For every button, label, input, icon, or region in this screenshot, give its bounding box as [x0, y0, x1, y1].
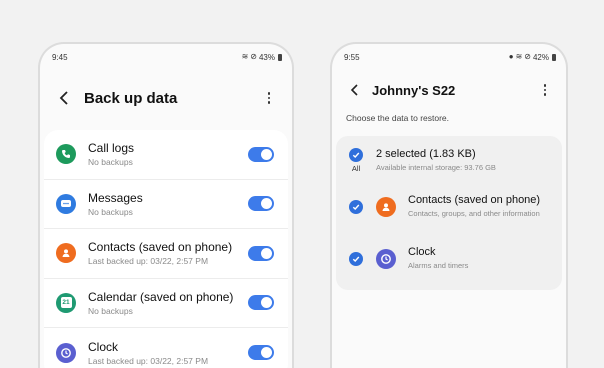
- back-button[interactable]: [344, 80, 364, 100]
- storage-info: Available internal storage: 93.76 GB: [376, 163, 496, 172]
- messages-toggle[interactable]: [248, 196, 274, 212]
- all-label: All: [351, 164, 361, 173]
- app-bar: Back up data: [40, 70, 292, 126]
- item-status: No backups: [88, 206, 133, 217]
- phone-restore-screen: 9:55 ● ≋ ⊘ 42% Johnny's S22 Choose the d…: [330, 42, 568, 368]
- item-label: Contacts (saved on phone): [88, 240, 233, 255]
- item-label: Calendar (saved on phone): [88, 289, 234, 304]
- status-bar: 9:45 ≋ ⊘ 43%: [40, 44, 292, 70]
- page-title: Johnny's S22: [372, 82, 456, 98]
- list-item-contacts[interactable]: Contacts (saved on phone) Contacts, grou…: [336, 186, 562, 242]
- mute-icon: ⊘: [250, 52, 257, 61]
- check-icon: [352, 152, 360, 159]
- item-status: Last backed up: 03/22, 2:57 PM: [88, 256, 209, 267]
- calendar-toggle[interactable]: [248, 295, 274, 311]
- select-all-row[interactable]: All 2 selected (1.83 KB) Available inter…: [336, 140, 562, 186]
- check-icon: [352, 204, 360, 211]
- status-time: 9:45: [52, 52, 68, 62]
- select-all-checkbox[interactable]: [349, 148, 363, 162]
- list-item-calendar[interactable]: 21 Calendar (saved on phone) No backups: [44, 279, 288, 328]
- status-bar: 9:55 ● ≋ ⊘ 42%: [332, 44, 566, 70]
- restore-list: All 2 selected (1.83 KB) Available inter…: [336, 136, 562, 290]
- mute-icon: ⊘: [524, 52, 531, 61]
- instruction-text: Choose the data to restore.: [346, 113, 450, 123]
- list-item-clock[interactable]: Clock Last backed up: 03/22, 2:57 PM: [44, 328, 288, 368]
- contacts-checkbox[interactable]: [349, 200, 363, 214]
- battery-icon: [552, 53, 556, 61]
- clock-toggle[interactable]: [248, 345, 274, 361]
- list-item-contacts[interactable]: Contacts (saved on phone) Last backed up…: [44, 229, 288, 279]
- battery-percent: 43%: [258, 52, 275, 62]
- item-status: Last backed up: 03/22, 2:57 PM: [88, 355, 209, 366]
- contacts-icon: [56, 243, 76, 264]
- battery-percent: 42%: [532, 52, 549, 62]
- backup-list: Call logs No backups Messages No backups…: [44, 130, 288, 368]
- list-item-messages[interactable]: Messages No backups: [44, 180, 288, 229]
- location-icon: ●: [508, 52, 514, 61]
- chevron-left-icon: [350, 84, 358, 96]
- check-icon: [352, 256, 360, 263]
- calendar-icon: 21: [56, 292, 76, 313]
- item-label: Contacts (saved on phone): [408, 194, 541, 206]
- item-status: No backups: [88, 305, 133, 316]
- status-time: 9:55: [344, 52, 360, 62]
- app-bar: Johnny's S22: [332, 70, 566, 110]
- item-status: No backups: [88, 157, 133, 168]
- phone-icon: [56, 144, 76, 165]
- page-title: Back up data: [84, 89, 178, 107]
- item-description: Contacts, groups, and other information: [408, 209, 540, 218]
- clock-icon: [56, 342, 76, 363]
- item-label: Call logs: [88, 141, 135, 156]
- back-button[interactable]: [54, 88, 74, 108]
- battery-icon: [278, 53, 282, 61]
- contacts-icon: [376, 197, 396, 217]
- list-item-clock[interactable]: Clock Alarms and timers: [336, 242, 562, 286]
- contacts-toggle[interactable]: [248, 245, 274, 261]
- clock-checkbox[interactable]: [349, 252, 363, 266]
- item-label: Messages: [88, 190, 143, 205]
- more-options-button[interactable]: [262, 89, 276, 107]
- item-label: Clock: [88, 339, 119, 354]
- phone-backup-screen: 9:45 ≋ ⊘ 43% Back up data Call logs No b…: [38, 42, 294, 368]
- calendar-date-badge: 21: [60, 297, 72, 309]
- list-item-call-logs[interactable]: Call logs No backups: [44, 130, 288, 180]
- message-icon: [56, 193, 76, 214]
- selection-summary: 2 selected (1.83 KB): [376, 148, 476, 160]
- chevron-left-icon: [59, 91, 68, 105]
- item-description: Alarms and timers: [408, 261, 469, 270]
- call-logs-toggle[interactable]: [248, 146, 274, 162]
- item-label: Clock: [408, 246, 436, 258]
- wifi-icon: ≋: [515, 52, 523, 61]
- clock-icon: [376, 249, 396, 269]
- more-options-button[interactable]: [538, 81, 552, 99]
- wifi-icon: ≋: [241, 52, 249, 61]
